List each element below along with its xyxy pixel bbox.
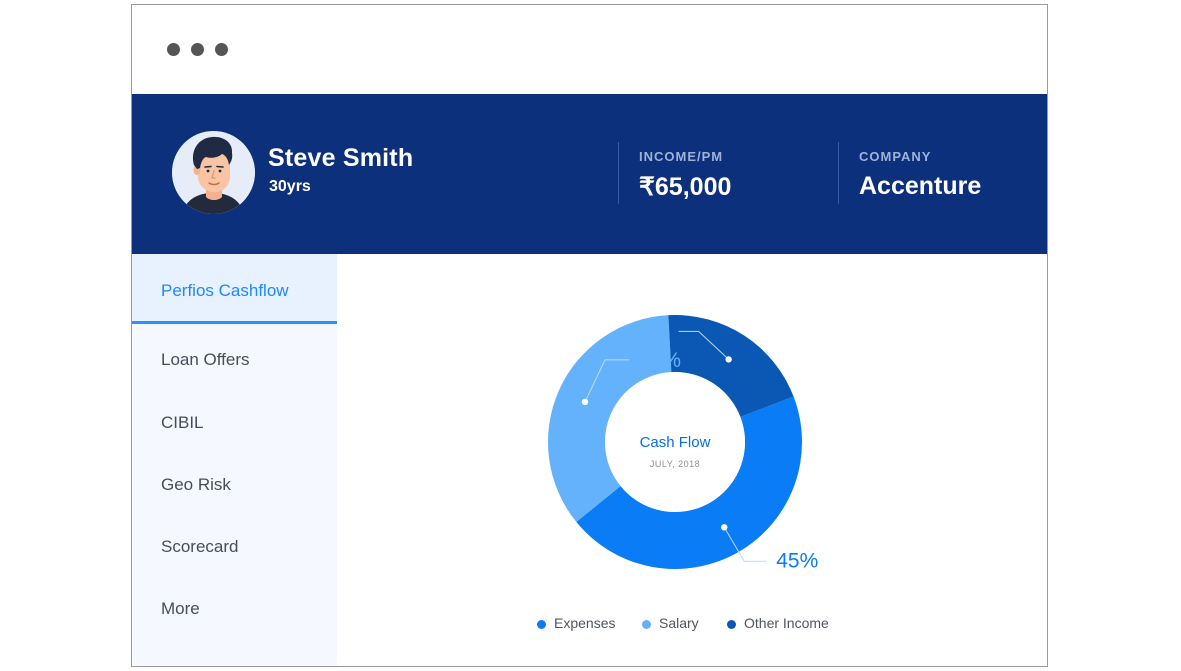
title-bar	[132, 5, 1047, 94]
income-label: INCOME/PM	[639, 149, 724, 164]
profile-header: Steve Smith 30yrs INCOME/PM ₹65,000 COMP…	[132, 94, 1047, 254]
sidebar-item-more[interactable]: More	[132, 599, 337, 623]
legend-dot	[727, 620, 736, 629]
legend-label: Other Income	[744, 615, 829, 631]
sidebar-item-label: Geo Risk	[161, 475, 231, 494]
user-age: 30yrs	[269, 178, 311, 195]
window-control-dot[interactable]	[167, 43, 180, 56]
avatar	[172, 131, 255, 214]
sidebar-item-cibil[interactable]: CIBIL	[132, 413, 337, 437]
legend-dot	[537, 620, 546, 629]
company-value: Accenture	[859, 172, 982, 200]
sidebar-item-perfios-cashflow[interactable]: Perfios Cashflow	[132, 254, 337, 324]
sidebar-item-geo-risk[interactable]: Geo Risk	[132, 475, 337, 499]
chart-legend: Expenses Salary Other Income	[337, 615, 1047, 633]
leader-dot-other-income	[725, 356, 732, 363]
legend-label: Salary	[659, 615, 699, 631]
legend-label: Expenses	[554, 615, 616, 631]
avatar-illustration	[172, 131, 255, 214]
percent-label-expenses: 45%	[776, 549, 818, 572]
chart-center-title: Cash Flow	[640, 434, 711, 451]
sidebar-item-scorecard[interactable]: Scorecard	[132, 537, 337, 561]
header-divider	[838, 142, 839, 204]
header-divider	[618, 142, 619, 204]
sidebar-item-label: Loan Offers	[161, 350, 250, 369]
percent-label-salary: 35%	[639, 349, 681, 372]
window-control-dot[interactable]	[191, 43, 204, 56]
leader-dot-salary	[581, 398, 589, 406]
leader-dot-expenses	[721, 524, 728, 531]
sidebar-item-label: CIBIL	[161, 413, 204, 432]
percent-label-other-income: 20%	[625, 320, 667, 343]
user-name: Steve Smith	[268, 144, 414, 172]
company-label: COMPANY	[859, 149, 932, 164]
sidebar-item-loan-offers[interactable]: Loan Offers	[132, 350, 337, 374]
sidebar-item-label: Scorecard	[161, 537, 239, 556]
sidebar-item-label: Perfios Cashflow	[161, 281, 289, 300]
window-control-dot[interactable]	[215, 43, 228, 56]
chart-area: 45% 35% 20% Cash Flow JULY, 2018 Expenses …	[337, 254, 1047, 666]
chart-center-subtitle: JULY, 2018	[650, 459, 700, 469]
donut-chart: 45% 35% 20% Cash Flow JULY, 2018	[548, 315, 818, 572]
income-value: ₹65,000	[639, 173, 732, 201]
legend-dot	[642, 620, 651, 629]
browser-window: Steve Smith 30yrs INCOME/PM ₹65,000 COMP…	[131, 4, 1048, 667]
sidebar: Perfios Cashflow Loan Offers CIBIL Geo R…	[132, 254, 337, 666]
sidebar-item-label: More	[161, 599, 200, 618]
